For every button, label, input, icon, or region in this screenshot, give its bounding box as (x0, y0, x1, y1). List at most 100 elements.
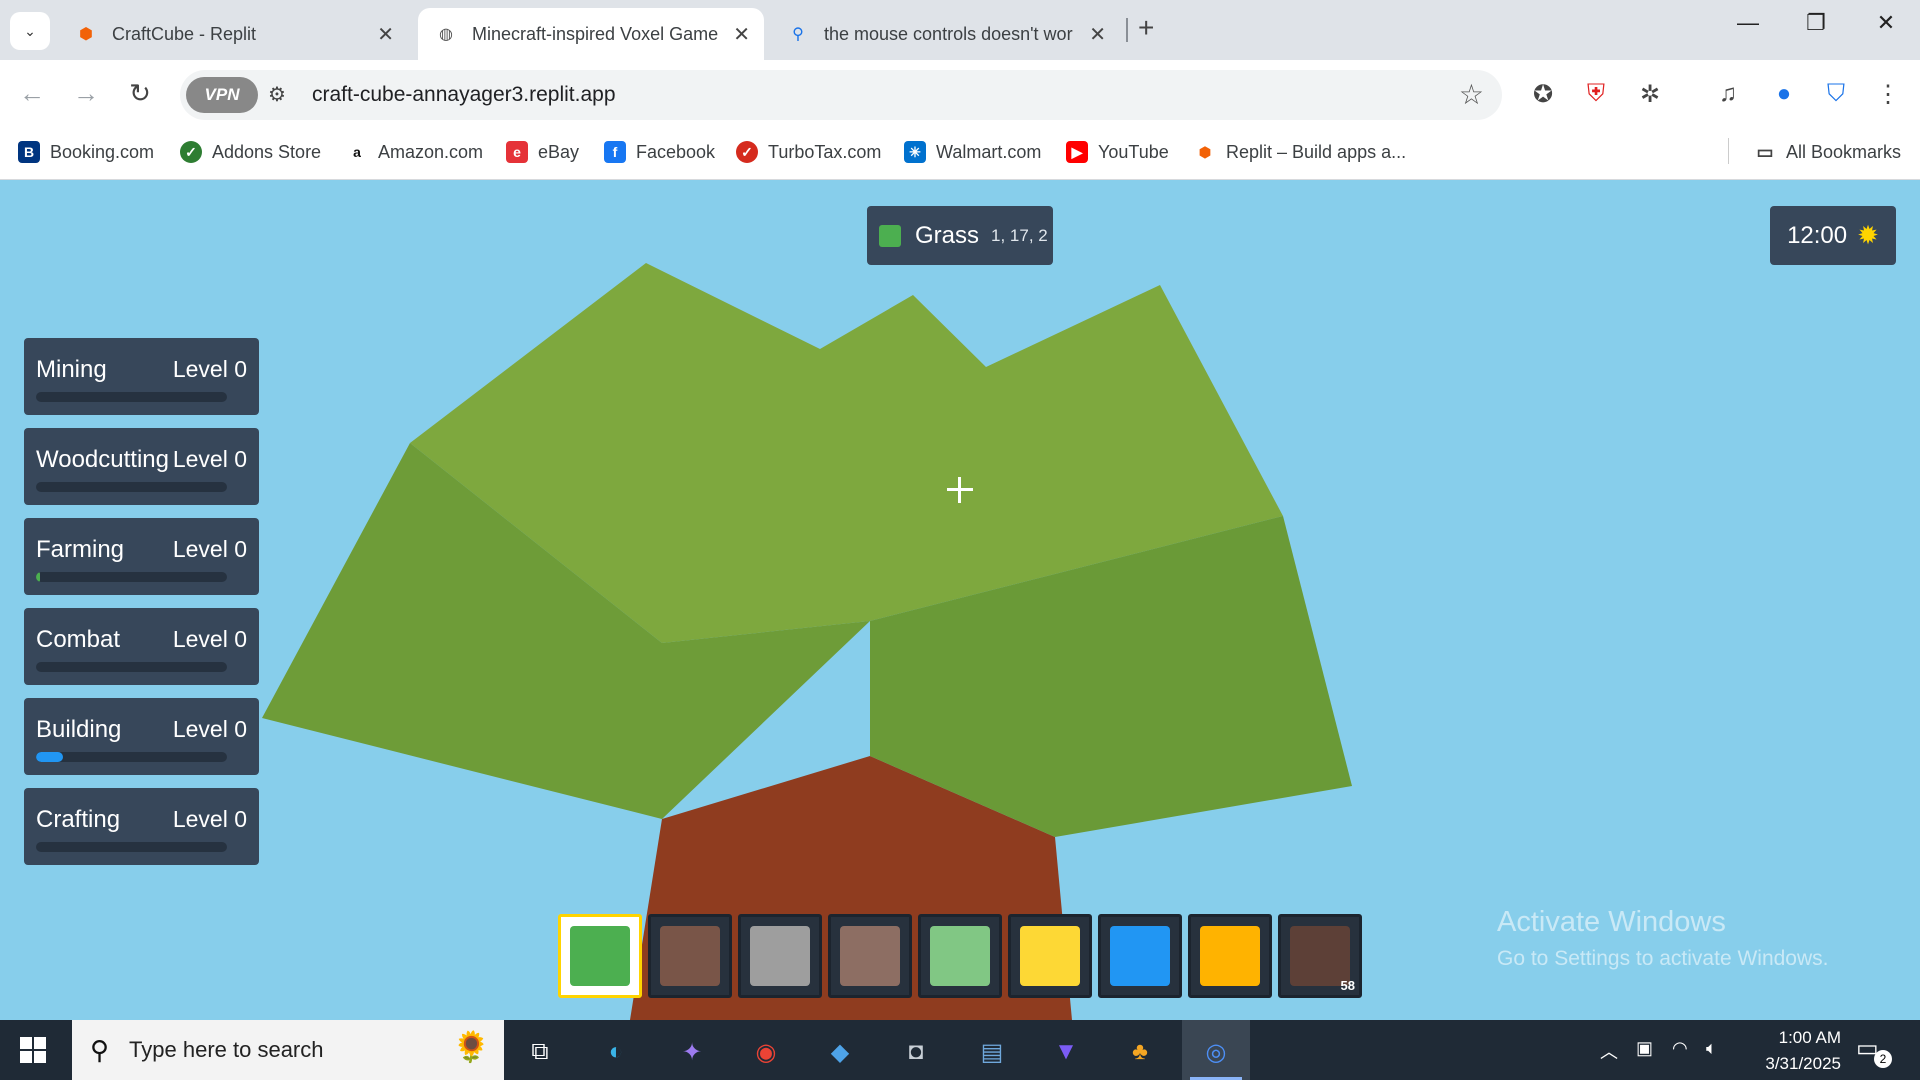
show-hidden-icons-chevron-icon[interactable]: ︿ (1600, 1038, 1618, 1064)
camera-icon[interactable]: ◘ (896, 1032, 936, 1072)
game-app-icon[interactable]: ♣ (1120, 1032, 1160, 1072)
hotbar-slot[interactable] (738, 914, 822, 998)
kodi-icon[interactable]: ◆ (820, 1032, 860, 1072)
wordpad-icon[interactable]: ▤ (972, 1032, 1012, 1072)
extension-puzzle-icon[interactable]: ✪ (1527, 78, 1559, 110)
tab-separator (1126, 18, 1128, 42)
bookmark-addons-store[interactable]: ✓ Addons Store (180, 141, 321, 163)
adblock-shield-icon[interactable]: ⛨ (1580, 78, 1612, 110)
hotbar-slot[interactable] (918, 914, 1002, 998)
profile-avatar-icon[interactable]: ● (1768, 78, 1800, 110)
skill-combat: Combat Level 0 (24, 608, 259, 685)
copilot-icon[interactable]: ✦ (672, 1032, 712, 1072)
address-bar[interactable]: VPN ⚙ craft-cube-annayager3.replit.app ☆ (180, 70, 1502, 120)
edge-icon[interactable]: ◐ (596, 1032, 636, 1072)
close-icon[interactable]: ✕ (733, 22, 750, 47)
chrome-icon[interactable]: ◉ (746, 1032, 786, 1072)
tab-voxel-game[interactable]: ◍ Minecraft-inspired Voxel Game ✕ (418, 8, 764, 60)
close-icon[interactable]: ✕ (1089, 22, 1106, 47)
new-tab-plus-icon[interactable]: + (1138, 12, 1154, 44)
window-close-icon[interactable]: ✕ (1866, 10, 1906, 36)
notification-count: 2 (1874, 1050, 1892, 1068)
skills-panel: Mining Level 0 Woodcutting Level 0 Farmi… (24, 338, 259, 878)
skill-crafting: Crafting Level 0 (24, 788, 259, 865)
block-coordinates: 1, 17, 2 (991, 225, 1048, 245)
url-text[interactable]: craft-cube-annayager3.replit.app (312, 83, 616, 107)
replit-icon: ⬢ (79, 26, 93, 43)
search-icon: ⚲ (792, 26, 804, 43)
hotbar-slot[interactable] (558, 914, 642, 998)
hotbar-slot[interactable] (1188, 914, 1272, 998)
extensions-icon[interactable]: ✲ (1634, 78, 1666, 110)
bookmark-amazon[interactable]: a Amazon.com (346, 141, 483, 163)
hotbar: 58 (558, 914, 1368, 998)
clock-time: 1:00 AM (1778, 1028, 1841, 1047)
vpn-badge[interactable]: VPN (186, 77, 258, 113)
minimize-icon[interactable]: — (1728, 10, 1768, 36)
hotbar-slot[interactable] (1008, 914, 1092, 998)
site-info-icon[interactable]: ⚙ (268, 82, 286, 107)
tab-craftcube[interactable]: ⬢ CraftCube - Replit ✕ (58, 8, 408, 60)
voxel-scene (262, 263, 1352, 1020)
skill-woodcutting: Woodcutting Level 0 (24, 428, 259, 505)
task-view-icon[interactable]: ⧉ (520, 1032, 560, 1072)
hotbar-slot[interactable] (828, 914, 912, 998)
bookmark-walmart[interactable]: ✳ Walmart.com (904, 141, 1041, 163)
turbotax-icon: ✓ (736, 141, 758, 163)
hotbar-slot[interactable] (648, 914, 732, 998)
vpn-app-icon[interactable]: ▼ (1046, 1032, 1086, 1072)
bookmark-ebay[interactable]: e eBay (506, 141, 579, 163)
bookmark-replit[interactable]: ⬢ Replit – Build apps a... (1194, 141, 1406, 163)
system-clock[interactable]: 1:00 AM 3/31/2025 (1735, 1025, 1841, 1077)
folder-icon: ▭ (1754, 141, 1776, 163)
forward-arrow-icon[interactable]: → (68, 78, 104, 109)
notifications-icon[interactable]: ▭ 2 (1856, 1034, 1892, 1068)
watermark-subtitle: Go to Settings to activate Windows. (1497, 947, 1829, 970)
addons-icon: ✓ (180, 141, 202, 163)
hotbar-slot[interactable]: 58 (1278, 914, 1362, 998)
skill-level: Level 0 (172, 356, 247, 382)
active-browser-icon[interactable]: ◎ (1196, 1032, 1236, 1072)
wifi-icon[interactable]: ◠ (1672, 1038, 1688, 1059)
booking-icon: B (18, 141, 40, 163)
back-arrow-icon[interactable]: ← (14, 78, 50, 109)
skill-name: Mining (36, 356, 107, 383)
block-swatch (1200, 926, 1260, 986)
bookmark-youtube[interactable]: ▶ YouTube (1066, 141, 1169, 163)
skill-progress-bar (36, 752, 227, 762)
hotbar-slot[interactable] (1098, 914, 1182, 998)
all-bookmarks[interactable]: ▭ All Bookmarks (1754, 141, 1901, 163)
meet-now-icon[interactable]: ▣ (1636, 1038, 1653, 1059)
block-swatch (1110, 926, 1170, 986)
tab-title: the mouse controls doesn't wor (824, 23, 1073, 44)
skill-mining: Mining Level 0 (24, 338, 259, 415)
bookmark-booking[interactable]: B Booking.com (18, 141, 154, 163)
volume-icon[interactable]: 🔈︎ (1706, 1038, 1717, 1059)
skill-name: Farming (36, 536, 125, 563)
menu-kebab-icon[interactable]: ⋮ (1872, 78, 1904, 110)
close-icon[interactable]: ✕ (377, 22, 394, 47)
game-time: 12:00 (1787, 221, 1848, 249)
skill-name: Building (36, 716, 122, 743)
reload-icon[interactable]: ↻ (122, 78, 158, 109)
bookmark-star-icon[interactable]: ☆ (1459, 78, 1484, 111)
tab-search-query[interactable]: ⚲ the mouse controls doesn't wor ✕ (770, 8, 1120, 60)
security-shield-icon[interactable]: ⛉ (1820, 78, 1852, 110)
clock-date: 3/31/2025 (1765, 1054, 1841, 1073)
restore-icon[interactable]: ❐ (1796, 10, 1836, 36)
bookmark-turbotax[interactable]: ✓ TurboTax.com (736, 141, 881, 163)
bookmarks-separator (1728, 138, 1729, 164)
taskbar-search[interactable]: ⚲ Type here to search 🌻 (72, 1020, 504, 1080)
browser-tabstrip: ⌄ ⬢ CraftCube - Replit ✕ ◍ Minecraft-ins… (0, 0, 1920, 60)
tab-search-chevron-icon[interactable]: ⌄ (10, 12, 50, 50)
media-control-icon[interactable]: ♫ (1712, 78, 1744, 110)
activate-windows-watermark: Activate Windows Go to Settings to activ… (1497, 906, 1829, 971)
windows-start-icon[interactable] (20, 1037, 46, 1063)
bookmarks-bar: B Booking.com ✓ Addons Store a Amazon.com e… (0, 132, 1920, 180)
game-canvas[interactable]: Grass 1, 17, 2 12:00 ✹ Mining Level 0 Wo… (0, 181, 1920, 1020)
block-swatch (1020, 926, 1080, 986)
facebook-icon: f (604, 141, 626, 163)
bookmark-facebook[interactable]: f Facebook (604, 141, 715, 163)
block-swatch (660, 926, 720, 986)
skill-level: Level 0 (172, 536, 247, 562)
